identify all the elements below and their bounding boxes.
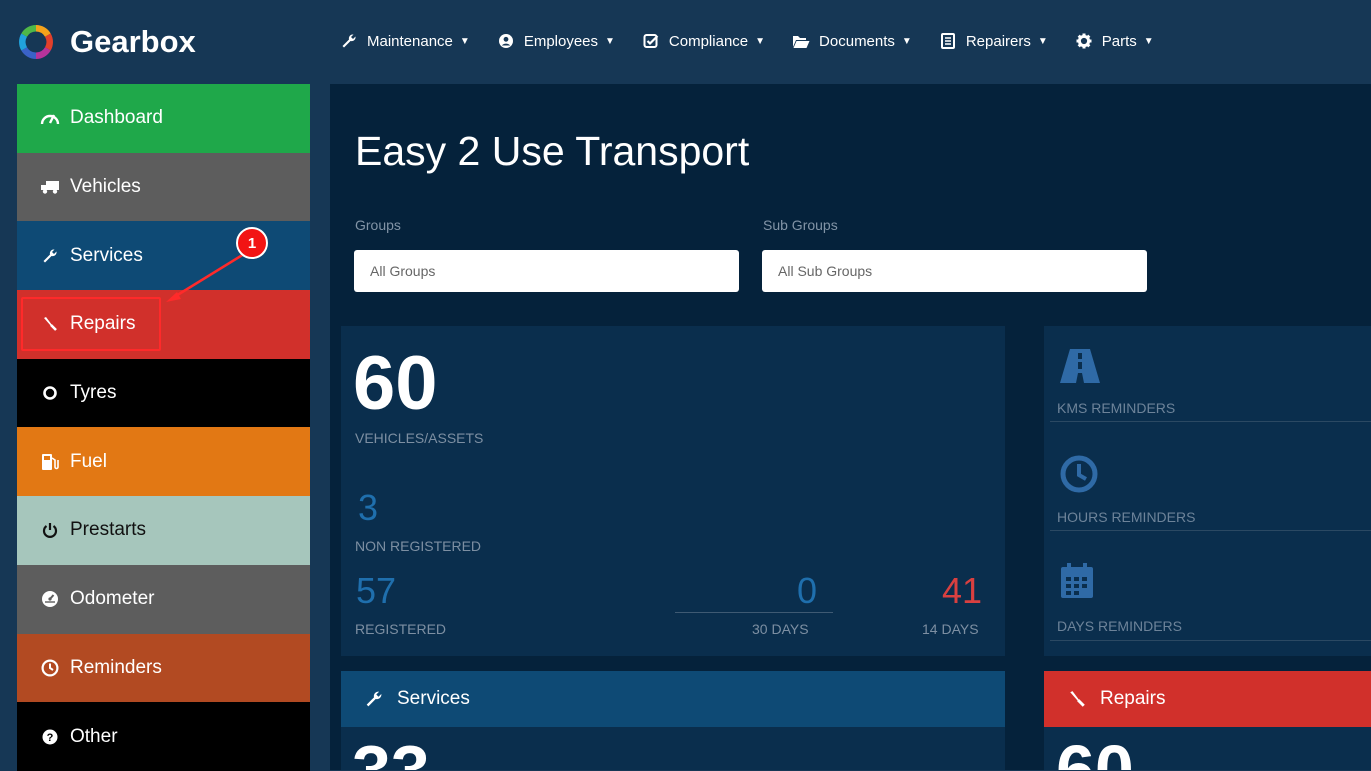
chevron-down-icon: ▼ bbox=[901, 35, 912, 47]
non-registered-count: 3 bbox=[358, 487, 379, 528]
sidebar-item-vehicles[interactable]: Vehicles bbox=[17, 152, 310, 222]
sidebar-item-prestarts[interactable]: Prestarts bbox=[17, 496, 310, 565]
reminder-divider bbox=[1050, 640, 1371, 641]
sidebar-item-label: Prestarts bbox=[70, 519, 147, 541]
sidebar-item-label: Fuel bbox=[70, 450, 107, 472]
days14-count: 41 bbox=[942, 570, 983, 611]
user-circle-icon bbox=[497, 33, 515, 49]
groups-label: Groups bbox=[355, 217, 401, 233]
vehicles-total-label: VEHICLES/ASSETS bbox=[355, 430, 484, 446]
gear-icon bbox=[1075, 33, 1093, 49]
sidebar-item-label: Vehicles bbox=[70, 176, 141, 198]
check-square-icon bbox=[642, 33, 660, 49]
nav-employees-label: Employees bbox=[523, 32, 599, 50]
sidebar-item-tyres[interactable]: Tyres bbox=[17, 358, 310, 428]
nav-compliance-label: Compliance bbox=[668, 32, 749, 50]
days30-label: 30 DAYS bbox=[752, 621, 809, 637]
clock-icon bbox=[39, 659, 61, 677]
sidebar-item-label: Dashboard bbox=[70, 107, 163, 129]
services-panel-header[interactable]: Services bbox=[341, 671, 1005, 727]
repairs-count-peek: 60 bbox=[1056, 735, 1134, 770]
question-circle-icon: ? bbox=[39, 729, 61, 745]
nav-maintenance-label: Maintenance bbox=[367, 32, 453, 50]
groups-select[interactable]: All Groups bbox=[354, 250, 739, 292]
services-panel-title: Services bbox=[397, 688, 470, 709]
truck-icon bbox=[39, 180, 61, 194]
sidebar-item-label: Reminders bbox=[70, 656, 162, 678]
days30-count: 0 bbox=[797, 570, 818, 611]
calendar-icon bbox=[1060, 563, 1094, 604]
sidebar-item-label: Services bbox=[70, 244, 143, 266]
power-icon bbox=[39, 522, 61, 539]
list-box-icon bbox=[939, 33, 957, 49]
annotation-highlight-box bbox=[21, 297, 161, 351]
nav-documents[interactable]: Documents ▼ bbox=[792, 33, 912, 50]
sidebar: Dashboard Vehicles Services Repairs Tyre… bbox=[17, 84, 310, 771]
chevron-down-icon: ▼ bbox=[755, 35, 766, 47]
sidebar-item-dashboard[interactable]: Dashboard bbox=[17, 84, 310, 153]
nav-parts[interactable]: Parts ▼ bbox=[1075, 33, 1154, 50]
fuel-pump-icon bbox=[39, 453, 61, 471]
chevron-down-icon: ▼ bbox=[459, 35, 470, 47]
wrench-icon bbox=[365, 690, 383, 708]
sidebar-item-fuel[interactable]: Fuel bbox=[17, 427, 310, 497]
top-bar: Gearbox Maintenance ▼ Employees ▼ Compli… bbox=[0, 0, 1371, 83]
sidebar-item-services[interactable]: Services bbox=[17, 221, 310, 291]
nav-documents-label: Documents bbox=[819, 32, 895, 50]
annotation-step-badge: 1 bbox=[236, 227, 268, 259]
wrench-icon bbox=[39, 248, 61, 264]
reminder-divider bbox=[1050, 530, 1371, 531]
non-registered-label: NON REGISTERED bbox=[355, 538, 482, 554]
vehicles-summary-card[interactable] bbox=[341, 326, 1005, 656]
registered-count: 57 bbox=[356, 570, 397, 611]
chevron-down-icon: ▼ bbox=[605, 35, 615, 47]
svg-text:?: ? bbox=[47, 732, 54, 744]
nav-employees[interactable]: Employees ▼ bbox=[497, 33, 615, 50]
wrench-icon bbox=[340, 33, 358, 49]
nav-maintenance[interactable]: Maintenance ▼ bbox=[340, 33, 470, 50]
kms-reminders-label[interactable]: KMS REMINDERS bbox=[1057, 400, 1175, 416]
nav-repairers-label: Repairers bbox=[965, 32, 1031, 50]
sidebar-item-odometer[interactable]: Odometer bbox=[17, 564, 310, 634]
page-title: Easy 2 Use Transport bbox=[355, 128, 750, 174]
ring-icon bbox=[39, 385, 61, 401]
repairs-panel-header[interactable]: Repairs bbox=[1044, 671, 1371, 727]
sidebar-item-reminders[interactable]: Reminders bbox=[17, 633, 310, 703]
clock-icon bbox=[1060, 455, 1098, 498]
gearbox-logo-icon bbox=[19, 25, 53, 59]
vehicles-total: 60 bbox=[353, 341, 438, 426]
sidebar-item-label: Other bbox=[70, 725, 118, 747]
sidebar-item-other[interactable]: ? Other bbox=[17, 702, 310, 771]
nav-compliance[interactable]: Compliance ▼ bbox=[642, 33, 765, 50]
folder-open-icon bbox=[792, 33, 810, 49]
services-count-peek: 33 bbox=[352, 735, 430, 770]
nav-repairers[interactable]: Repairers ▼ bbox=[939, 33, 1048, 50]
gauge-icon bbox=[39, 111, 61, 125]
days14-label: 14 DAYS bbox=[922, 621, 979, 637]
card-divider bbox=[675, 612, 833, 613]
chevron-down-icon: ▼ bbox=[1037, 35, 1048, 47]
brand-logo[interactable]: Gearbox bbox=[16, 20, 196, 64]
road-icon bbox=[1060, 349, 1100, 388]
hours-reminders-label[interactable]: HOURS REMINDERS bbox=[1057, 509, 1195, 525]
sidebar-item-label: Tyres bbox=[70, 382, 117, 404]
dashboard-dial-icon bbox=[39, 590, 61, 608]
repairs-panel-title: Repairs bbox=[1100, 688, 1166, 709]
nav-parts-label: Parts bbox=[1101, 32, 1137, 50]
sidebar-item-label: Odometer bbox=[70, 588, 155, 610]
registered-label: REGISTERED bbox=[355, 621, 447, 637]
subgroups-label: Sub Groups bbox=[763, 217, 838, 233]
days-reminders-label[interactable]: DAYS REMINDERS bbox=[1057, 618, 1182, 634]
brand-name: Gearbox bbox=[70, 24, 196, 59]
screwdriver-icon bbox=[1068, 690, 1086, 708]
services-panel-body bbox=[341, 727, 1005, 770]
subgroups-select[interactable]: All Sub Groups bbox=[762, 250, 1147, 292]
chevron-down-icon: ▼ bbox=[1143, 35, 1154, 47]
reminder-divider bbox=[1050, 421, 1371, 422]
top-navigation: Maintenance ▼ Employees ▼ Compliance ▼ D… bbox=[340, 30, 1181, 52]
